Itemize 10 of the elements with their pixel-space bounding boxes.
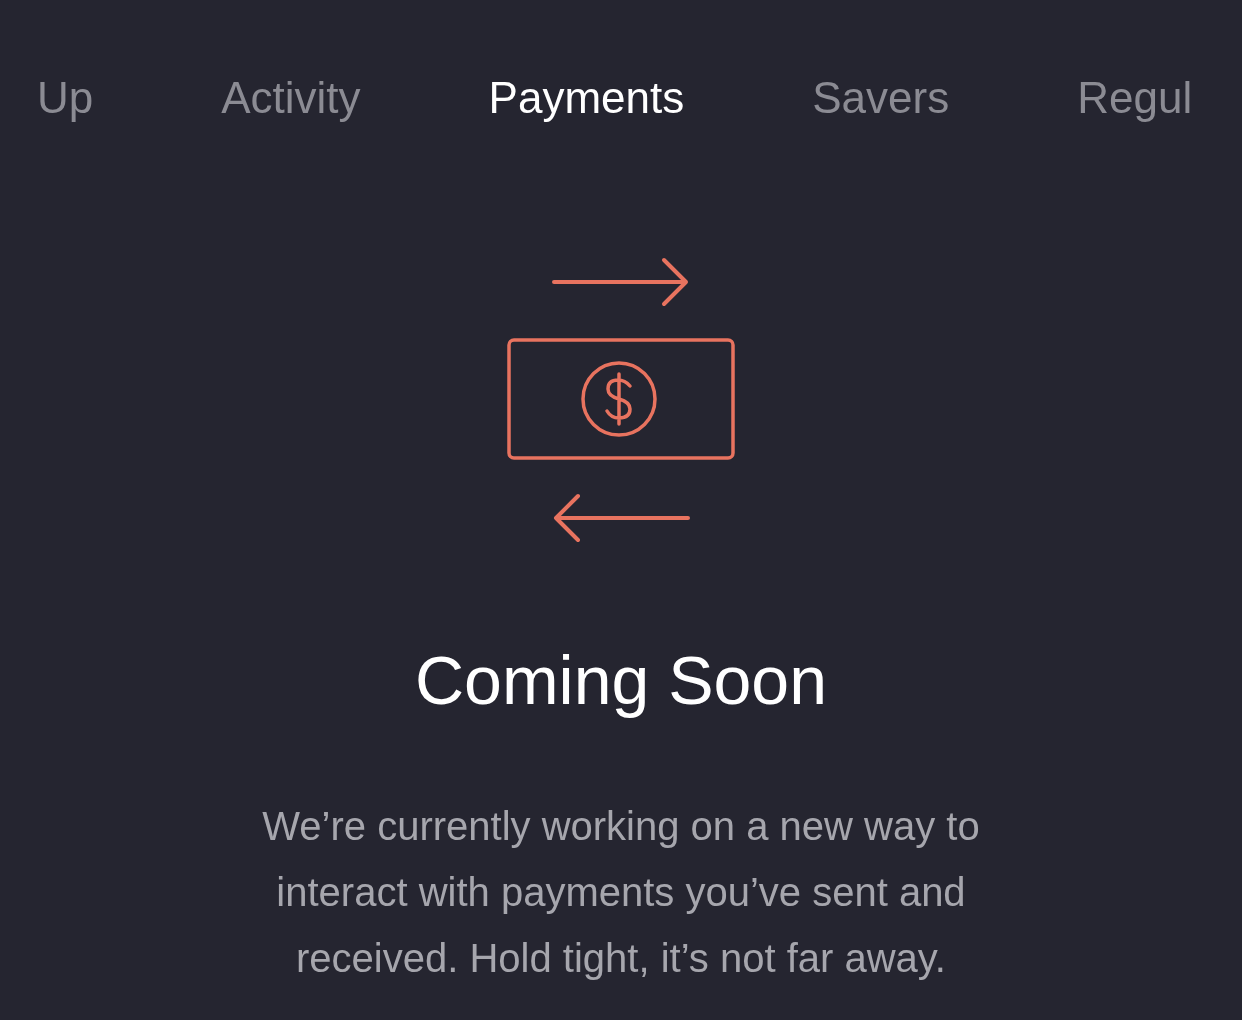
tab[interactable]: Regul: [1077, 70, 1193, 126]
tab[interactable]: Savers: [812, 70, 950, 126]
arrow-left-icon: [551, 492, 691, 544]
tab[interactable]: Up: [37, 70, 94, 126]
tab[interactable]: Activity: [221, 70, 361, 126]
empty-state-message: We’re currently working on a new way to interact with payments you’ve sent and received. Hold tight, it’s not far away.: [261, 803, 981, 982]
arrow-right-icon: [551, 256, 691, 308]
empty-state-title: Coming Soon: [415, 641, 827, 720]
tab[interactable]: Payments: [488, 70, 685, 126]
banknote-icon: [507, 338, 735, 460]
